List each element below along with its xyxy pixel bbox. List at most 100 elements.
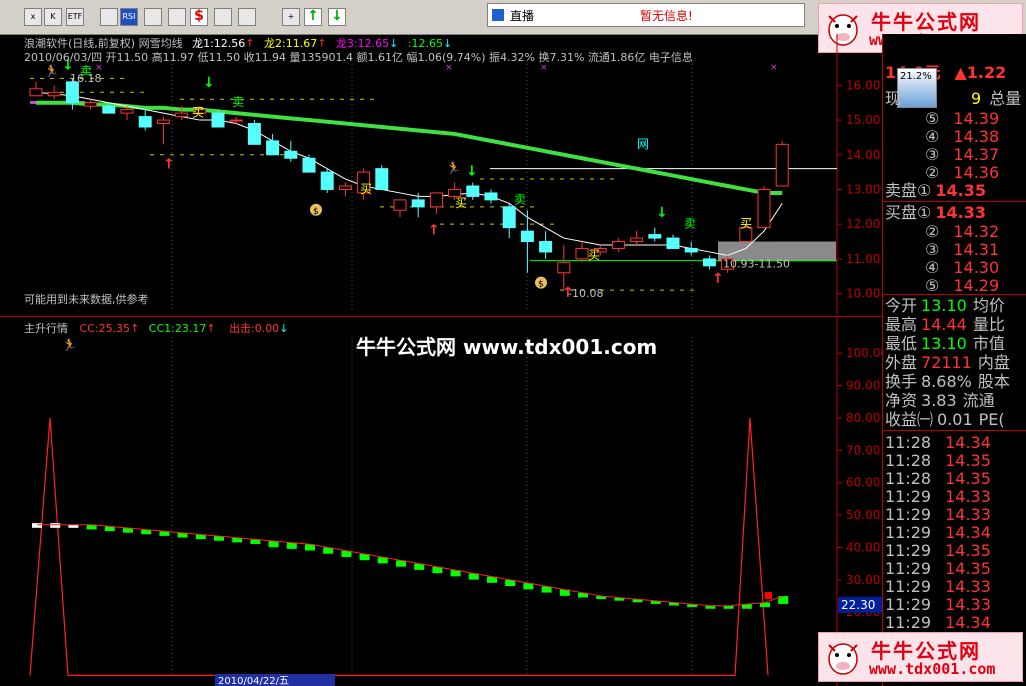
up-arrow-icon: ↑ [712,271,724,287]
bid-row: ② 14.32 [885,223,1026,241]
toolbar-button-9[interactable] [238,8,256,26]
candle [266,133,280,156]
stat-label2: 市值 [972,334,1005,353]
candle [138,109,152,131]
y-tick-label: 14.00 [846,148,880,162]
toolbar-button-2[interactable]: ETF [66,8,84,26]
stat-row: 最低 13.10 市值 [885,335,1026,353]
cc-bar [50,523,61,528]
sell-signal: 卖 [514,192,526,206]
cc-line [37,524,784,607]
cc1-value: CC1:23.17 [148,322,207,335]
toolbar-button-1[interactable]: K [44,8,62,26]
stat-value: 14.44 [921,315,967,334]
candle [630,231,644,245]
main-chart-panel[interactable]: 16.00 15.00 14.00 13.00 12.00 11.00 10.00 16.18… [0,34,882,314]
date-label: 2010/04/22/五 [218,676,289,686]
stat-row: 净资 3.83 流通 [885,392,1026,410]
broadcast-icon [492,9,504,21]
buy-signal: 买 [740,217,752,231]
stat-row: 收益㈠ 0.01 PE( [885,411,1026,429]
buy-signal: 买 [360,182,372,196]
candle-body [520,230,534,243]
stat-label: 外盘 [885,353,918,372]
candle-body [648,234,662,239]
stat-value: 72111 [921,353,972,372]
toolbar-button-7[interactable]: $ [190,8,208,26]
tick-price: 14.35 [945,559,991,578]
candle-body [29,88,43,97]
tick-time: 11:28 [885,469,932,488]
stat-label2: PE( [978,410,1005,429]
candle-body [47,91,61,97]
toolbar-button-5[interactable] [144,8,162,26]
tick-row: 11:29 14.33 [885,578,1026,596]
tick-row: 11:29 14.34 [885,614,1026,632]
price-change: ▲1.22 [954,63,1007,82]
bid-level: ⑤ [925,276,940,295]
stat-label: 最低 [885,334,918,353]
tick-time: 11:29 [885,523,932,542]
candle-body [138,116,152,128]
candle [302,154,316,173]
tick-price: 14.33 [945,595,991,614]
stat-row: 换手 8.68% 股本 [885,373,1026,391]
indicator-chart[interactable]: 100.00 90.00 80.00 70.00 60.00 50.00 40.00 30.0… [0,317,882,686]
bid-price: 14.29 [953,276,1000,295]
candle [156,116,170,145]
y-tick-label: 30.00 [846,573,880,587]
bid-price: 14.30 [953,258,1000,277]
tick-row: 11:29 14.34 [885,524,1026,542]
stat-value: 0.01 [937,410,973,429]
candle-body [393,199,407,211]
toolbar-button-10[interactable]: + [282,8,300,26]
y-tick-label: 100.00 [846,346,882,360]
candle [320,168,334,193]
y-tick-label: 11.00 [846,252,880,266]
toolbar-button-4[interactable]: RSI [120,8,138,26]
candle [757,186,771,229]
tick-price: 14.33 [945,577,991,596]
toolbar-button-6[interactable] [168,8,186,26]
attack-value: 出击:0.00 [229,322,280,335]
cc-bar [286,542,297,549]
tick-time: 11:29 [885,487,932,506]
live-message: 暂无信息! [640,9,693,23]
live-broadcast-box[interactable]: 直播 暂无信息! [487,3,805,27]
bid-price: 14.32 [953,222,1000,241]
down-arrow-icon: ↓ [656,205,668,221]
candle-body [557,261,571,274]
y-tick-label: 10.00 [846,287,880,301]
ask1-price: 14.35 [935,181,986,200]
stat-row: 最高 14.44 量比 [885,316,1026,334]
down-arrow-icon: ↓ [203,75,215,91]
candlestick-chart[interactable]: 16.0015.0014.0013.0012.0011.0010.0016.18… [0,34,882,314]
candle-body [466,185,480,197]
toolbar-button-0[interactable]: x [24,8,42,26]
toolbar-button-3[interactable] [100,8,118,26]
buy-signal: 买 [588,248,600,262]
live-label: 直播 [510,9,535,23]
candle-body [775,143,789,187]
toolbar-button-8[interactable] [214,8,232,26]
current-marker [765,592,772,600]
candle-body [630,237,644,243]
toolbar-button-11[interactable]: ↑ [304,8,322,26]
future-data-note: 可能用到未来数据,供参考 [24,293,149,306]
tick-price: 14.34 [945,613,991,632]
candle [466,182,480,200]
y-tick-label: 80.00 [846,411,880,425]
now-volume: 9 [971,89,982,108]
sub-chart-panel[interactable]: 100.00 90.00 80.00 70.00 60.00 50.00 40.00 30.0… [0,317,882,686]
toolbar-button-12[interactable]: ↓ [328,8,346,26]
bid-row: ③ 14.31 [885,241,1026,259]
tick-row: 11:29 14.33 [885,506,1026,524]
ask-level: ② [925,163,940,182]
ask-level: ③ [925,145,940,164]
logo-url: www.tdx001.com [869,660,996,678]
ask-row: ③ 14.37 [885,146,1026,164]
bid-level: ④ [925,258,940,277]
up-arrow-icon: ↑ [163,157,175,173]
tick-price: 14.33 [945,487,991,506]
ask-price: 14.39 [953,109,1000,128]
